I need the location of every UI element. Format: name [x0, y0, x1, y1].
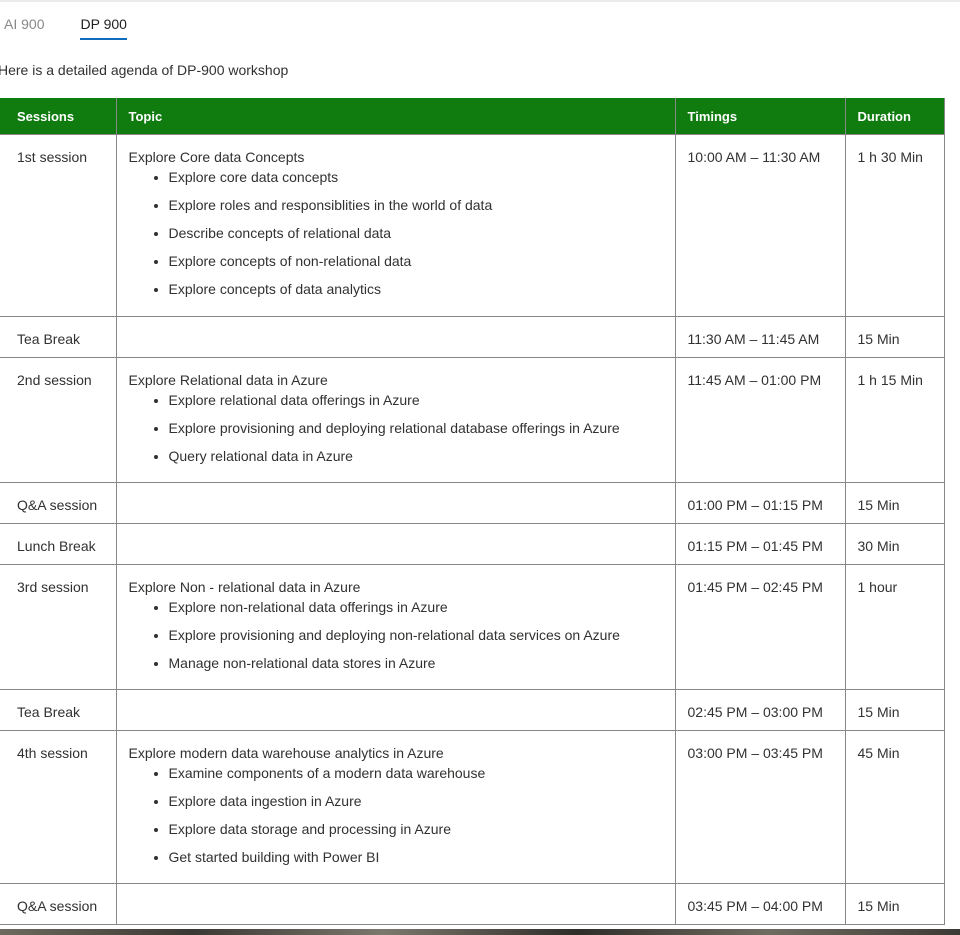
- topic-cell: [115, 316, 676, 358]
- subtopic-list: Examine components of a modern data ware…: [129, 763, 675, 867]
- timing-cell: 01:00 PM – 01:15 PM: [674, 482, 846, 524]
- subtopic-item: Examine components of a modern data ware…: [169, 763, 675, 783]
- subtopic-item: Explore provisioning and deploying non-r…: [169, 625, 675, 645]
- topic-cell: [115, 883, 676, 925]
- subtopic-item: Explore roles and responsiblities in the…: [169, 195, 675, 215]
- topic-cell: [115, 689, 676, 731]
- duration-cell: 15 Min: [844, 883, 945, 925]
- subtopic-list: Explore non-relational data offerings in…: [129, 597, 675, 673]
- column-header-sessions: Sessions: [0, 98, 117, 135]
- subtopic-item: Manage non-relational data stores in Azu…: [169, 653, 675, 673]
- session-cell: Q&A session: [0, 482, 117, 524]
- session-cell: 4th session: [0, 730, 117, 884]
- table-row: Tea Break 11:30 AM – 11:45 AM 15 Min: [0, 316, 945, 358]
- table-row: Q&A session 03:45 PM – 04:00 PM 15 Min: [0, 883, 945, 925]
- session-cell: Q&A session: [0, 883, 117, 925]
- timing-cell: 03:45 PM – 04:00 PM: [674, 883, 846, 925]
- topic-title: Explore modern data warehouse analytics …: [128, 745, 444, 761]
- topic-cell: [115, 523, 676, 565]
- table-row: 2nd session Explore Relational data in Az…: [0, 357, 945, 483]
- duration-cell: 30 Min: [844, 523, 945, 565]
- session-cell: 2nd session: [0, 357, 117, 483]
- topic-cell: Explore Core data Concepts Explore core d…: [115, 134, 676, 317]
- timing-cell: 02:45 PM – 03:00 PM: [674, 689, 846, 731]
- subtopic-item: Explore data ingestion in Azure: [169, 791, 675, 811]
- column-header-timings: Timings: [674, 98, 846, 135]
- table-header: Sessions Topic Timings Duration: [0, 98, 945, 135]
- timing-cell: 11:45 AM – 01:00 PM: [674, 357, 846, 483]
- duration-cell: 15 Min: [844, 689, 945, 731]
- timing-cell: 01:15 PM – 01:45 PM: [674, 523, 846, 565]
- timing-cell: 01:45 PM – 02:45 PM: [674, 564, 846, 690]
- subtopic-list: Explore core data concepts Explore roles …: [129, 167, 675, 299]
- subtopic-item: Explore relational data offerings in Azu…: [169, 390, 675, 410]
- topic-title: Explore Relational data in Azure: [128, 372, 328, 388]
- top-divider: [0, 0, 960, 2]
- duration-cell: 15 Min: [844, 316, 945, 358]
- table-row: 1st sessionExplore Core data ConceptsExp…: [0, 134, 945, 317]
- duration-cell: 15 Min: [844, 482, 945, 524]
- header-row: Sessions Topic Timings Duration: [0, 98, 945, 135]
- table-row: Q&A session 01:00 PM – 01:15 PM 15 Min: [0, 482, 945, 524]
- session-cell: 1st session: [0, 134, 117, 317]
- topic-cell: Explore modern data warehouse analytics …: [115, 730, 676, 884]
- session-cell: Tea Break: [0, 689, 117, 731]
- subtopic-item: Explore non-relational data offerings in…: [169, 597, 675, 617]
- subtopic-item: Explore concepts of non-relational data: [169, 251, 675, 271]
- session-cell: 3rd session: [0, 564, 117, 690]
- subtopic-item: Explore concepts of data analytics: [169, 279, 675, 299]
- subtopic-list: Explore relational data offerings in Azu…: [129, 390, 675, 466]
- topic-cell: Explore Relational data in Azure Explore …: [115, 357, 676, 483]
- tab-ai-900[interactable]: AI 900: [4, 14, 44, 38]
- table-row: Lunch Break 01:15 PM – 01:45 PM 30 Min: [0, 523, 945, 565]
- timing-cell: 10:00 AM – 11:30 AM: [674, 134, 846, 317]
- duration-cell: 1 h 30 Min: [844, 134, 945, 317]
- bottom-image-strip: [0, 929, 960, 935]
- session-cell: Tea Break: [0, 316, 117, 358]
- table-row: Tea Break 02:45 PM – 03:00 PM 15 Min: [0, 689, 945, 731]
- subtopic-item: Explore provisioning and deploying relat…: [169, 418, 675, 438]
- column-header-duration: Duration: [844, 98, 945, 135]
- topic-cell: Explore Non - relational data in Azure Ex…: [115, 564, 676, 690]
- session-cell: Lunch Break: [0, 523, 117, 565]
- table-row: 3rd session Explore Non - relational data…: [0, 564, 945, 690]
- subtopic-item: Explore core data concepts: [169, 167, 675, 187]
- agenda-table: Sessions Topic Timings Duration 1st sess…: [0, 98, 945, 925]
- intro-text: Here is a detailed agenda of DP-900 work…: [0, 62, 289, 78]
- timing-cell: 11:30 AM – 11:45 AM: [674, 316, 846, 358]
- duration-cell: 1 hour: [844, 564, 945, 690]
- topic-title: Explore Core data Concepts: [128, 149, 305, 165]
- tab-dp-900[interactable]: DP 900: [80, 14, 127, 40]
- page: AI 900 DP 900 Here is a detailed agenda …: [0, 0, 960, 935]
- timing-cell: 03:00 PM – 03:45 PM: [674, 730, 846, 884]
- subtopic-item: Get started building with Power BI: [169, 847, 675, 867]
- topic-title: Explore Non - relational data in Azure: [128, 579, 361, 595]
- table-row: 4th session Explore modern data warehouse…: [0, 730, 945, 884]
- subtopic-item: Describe concepts of relational data: [169, 223, 675, 243]
- topic-cell: [115, 482, 676, 524]
- duration-cell: 1 h 15 Min: [844, 357, 945, 483]
- tab-bar: AI 900 DP 900: [0, 14, 127, 42]
- table-body: 1st sessionExplore Core data ConceptsExp…: [0, 134, 945, 925]
- subtopic-item: Query relational data in Azure: [169, 446, 675, 466]
- subtopic-item: Explore data storage and processing in A…: [169, 819, 675, 839]
- column-header-topic: Topic: [115, 98, 676, 135]
- duration-cell: 45 Min: [844, 730, 945, 884]
